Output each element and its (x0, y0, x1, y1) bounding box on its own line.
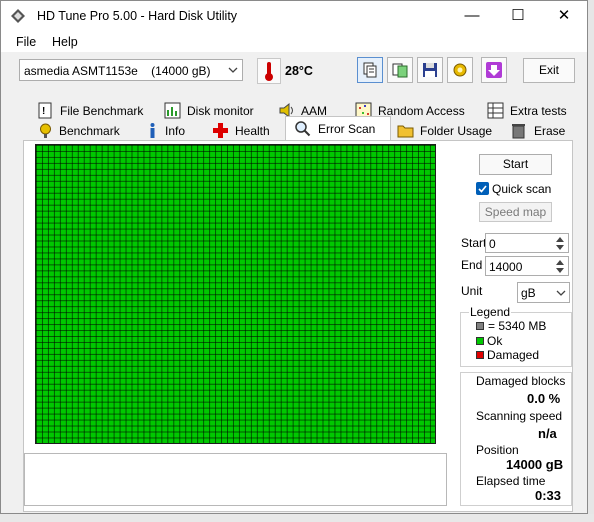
tab-label: Disk monitor (187, 104, 254, 118)
end-position-value: 14000 (489, 260, 523, 274)
legend-title: Legend (469, 305, 512, 319)
tab-label: Benchmark (59, 124, 120, 138)
end-position-input[interactable]: 14000 (485, 256, 569, 276)
speed-map-button[interactable]: Speed map (479, 202, 552, 222)
extra-tests-icon (487, 102, 504, 119)
tab-health[interactable]: Health (212, 121, 282, 141)
menu-help[interactable]: Help (52, 35, 78, 49)
svg-text:!: ! (42, 106, 45, 117)
info-icon (150, 123, 155, 138)
background-window-edge (588, 0, 594, 522)
tab-label: Health (235, 124, 270, 138)
temperature-value: 28°C (285, 64, 313, 78)
trash-icon (512, 124, 525, 139)
copy-screen-icon (392, 63, 408, 78)
menu-bar: File Help (1, 31, 587, 52)
checkmark-icon (478, 185, 487, 193)
tab-error-scan[interactable]: Error Scan (294, 119, 386, 139)
menu-file[interactable]: File (16, 35, 36, 49)
tab-label: Extra tests (510, 104, 567, 118)
copy-info-button[interactable] (357, 57, 383, 83)
elapsed-time-value: 0:33 (535, 488, 562, 503)
background-window-bottom (0, 514, 594, 522)
file-benchmark-icon: ! (38, 102, 52, 119)
tab-erase[interactable]: Erase (510, 121, 570, 141)
title-bar: HD Tune Pro 5.00 - Hard Disk Utility — ☐… (1, 1, 587, 31)
tab-disk-monitor[interactable]: Disk monitor (164, 101, 264, 121)
tab-folder-usage[interactable]: Folder Usage (397, 121, 497, 141)
start-field-label: Start (461, 236, 487, 250)
spin-up-icon[interactable] (553, 258, 567, 266)
thermometer-icon (257, 58, 281, 84)
legend-block-size-label: = 5340 MB (488, 319, 547, 333)
tab-label: Random Access (378, 104, 465, 118)
disk-monitor-icon (164, 102, 181, 119)
start-position-value: 0 (489, 237, 496, 251)
drive-select[interactable]: asmedia ASMT1153e (14000 gB) (19, 59, 243, 81)
close-button[interactable]: ✕ (541, 1, 587, 31)
error-scan-block-map (35, 144, 436, 444)
start-position-input[interactable]: 0 (485, 233, 569, 253)
maximize-button[interactable]: ☐ (495, 1, 541, 31)
quick-scan-checkbox[interactable] (476, 182, 489, 195)
position-value: 14000 gB (506, 457, 564, 472)
chevron-down-icon (228, 67, 238, 73)
options-button[interactable] (447, 57, 473, 83)
tab-benchmark[interactable]: Benchmark (37, 121, 137, 141)
options-icon (453, 63, 467, 77)
legend-damaged-label: Damaged (487, 348, 540, 362)
legend-swatch-ok (476, 337, 484, 345)
tab-info[interactable]: Info (144, 121, 204, 141)
magnifier-icon (295, 121, 311, 137)
damaged-blocks-label: Damaged blocks (476, 374, 566, 388)
tab-label: Folder Usage (420, 124, 493, 138)
save-button[interactable] (417, 57, 443, 83)
legend-swatch-block-size (476, 322, 484, 330)
download-icon (486, 62, 502, 78)
copy-screen-button[interactable] (387, 57, 413, 83)
chevron-down-icon (556, 290, 566, 296)
download-button[interactable] (481, 57, 507, 83)
copy-info-icon (363, 62, 377, 78)
tab-file-benchmark[interactable]: ! File Benchmark (37, 101, 157, 121)
exit-button[interactable]: Exit (523, 58, 575, 83)
quick-scan-label: Quick scan (492, 182, 552, 196)
damaged-blocks-value: 0.0 % (527, 391, 561, 406)
drive-select-value: asmedia ASMT1153e (14000 gB) (24, 64, 211, 78)
health-cross-icon (213, 123, 228, 138)
tab-label: File Benchmark (60, 104, 144, 118)
end-field-label: End (461, 258, 483, 272)
tab-extra-tests[interactable]: Extra tests (487, 101, 571, 121)
app-logo-icon (11, 9, 25, 23)
unit-label: Unit (461, 284, 483, 298)
app-window: HD Tune Pro 5.00 - Hard Disk Utility — ☐… (0, 0, 588, 514)
window-title: HD Tune Pro 5.00 - Hard Disk Utility (37, 9, 238, 23)
start-scan-button[interactable]: Start (479, 154, 552, 175)
spin-down-icon[interactable] (553, 244, 567, 252)
position-label: Position (476, 443, 519, 457)
spin-up-icon[interactable] (553, 235, 567, 243)
unit-select[interactable]: gB (517, 282, 570, 303)
folder-icon (397, 125, 414, 138)
elapsed-time-label: Elapsed time (476, 474, 546, 488)
tab-label: Error Scan (318, 122, 376, 136)
unit-select-value: gB (521, 286, 536, 300)
tab-label: Info (165, 124, 186, 138)
scan-log-box[interactable] (24, 453, 447, 506)
scanning-speed-label: Scanning speed (476, 409, 563, 423)
tab-label: Erase (534, 124, 566, 138)
save-icon (423, 63, 437, 77)
legend-ok-label: Ok (487, 334, 503, 348)
benchmark-icon (40, 123, 51, 138)
spin-down-icon[interactable] (553, 267, 567, 275)
legend-swatch-damaged (476, 351, 484, 359)
minimize-button[interactable]: — (449, 1, 495, 31)
scanning-speed-value: n/a (538, 426, 557, 441)
